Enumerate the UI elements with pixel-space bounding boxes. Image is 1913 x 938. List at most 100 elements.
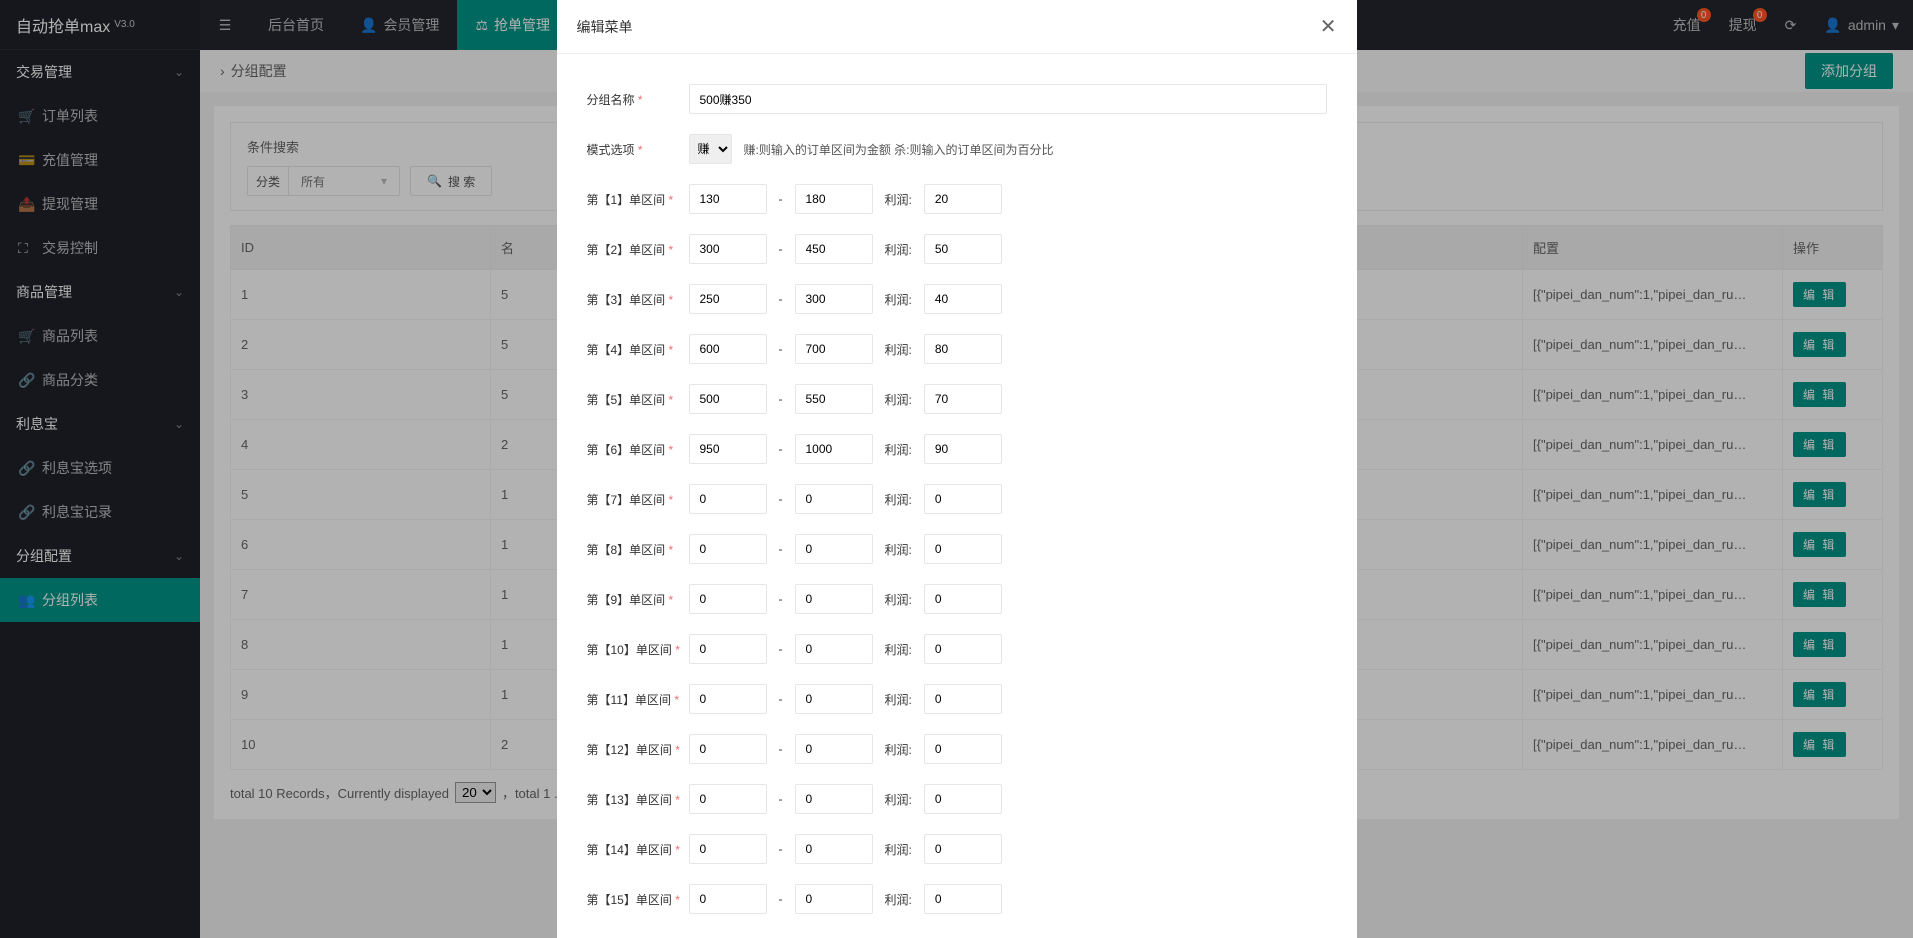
interval-max-input[interactable] [795, 884, 873, 914]
profit-label: 利润: [885, 541, 912, 558]
interval-max-input[interactable] [795, 584, 873, 614]
interval-min-input[interactable] [689, 834, 767, 864]
profit-label: 利润: [885, 391, 912, 408]
interval-label: 第【13】单区间 [587, 793, 672, 807]
profit-input[interactable] [924, 784, 1002, 814]
profit-label: 利润: [885, 641, 912, 658]
interval-max-input[interactable] [795, 484, 873, 514]
dash: - [779, 492, 783, 506]
profit-label: 利润: [885, 891, 912, 908]
interval-row: 第【1】单区间 *-利润: [587, 184, 1327, 214]
interval-max-input[interactable] [795, 434, 873, 464]
interval-min-input[interactable] [689, 284, 767, 314]
profit-label: 利润: [885, 291, 912, 308]
interval-label: 第【11】单区间 [587, 693, 671, 707]
interval-max-input[interactable] [795, 284, 873, 314]
interval-row: 第【5】单区间 * - 利润: [587, 384, 1327, 414]
interval-row: 第【10】单区间 *-利润: [587, 634, 1327, 664]
profit-input[interactable] [924, 484, 1002, 514]
profit-label: 利润: [885, 191, 912, 208]
profit-input[interactable] [924, 534, 1002, 564]
dash: - [779, 642, 783, 656]
modal-title: 编辑菜单 [577, 17, 633, 37]
interval-label: 第【12】单区间 [587, 743, 672, 757]
profit-input[interactable] [924, 584, 1002, 614]
interval-row: 第【15】单区间 *-利润: [587, 884, 1327, 914]
interval-max-input[interactable] [795, 734, 873, 764]
interval-row: 第【4】单区间 *-利润: [587, 334, 1327, 364]
interval-min-input[interactable] [689, 184, 767, 214]
edit-modal: 编辑菜单 ✕ 分组名称 * 模式选项 * 赚 赚:则输入的订单区间为金额 杀:则… [557, 0, 1357, 938]
required-mark: * [669, 593, 674, 607]
interval-min-input[interactable] [689, 484, 767, 514]
profit-label: 利润: [885, 491, 912, 508]
required-mark: * [669, 343, 674, 357]
profit-input[interactable] [924, 884, 1002, 914]
required-mark: * [669, 493, 674, 507]
dash: - [779, 792, 783, 806]
interval-label: 第【14】单区间 [587, 843, 672, 857]
profit-input[interactable] [924, 734, 1002, 764]
interval-max-input[interactable] [795, 834, 873, 864]
required-mark: * [638, 93, 643, 107]
interval-label: 第【8】单区间 [587, 543, 666, 557]
interval-label: 第【5】单区间 [587, 393, 666, 407]
profit-input[interactable] [924, 634, 1002, 664]
interval-max-input[interactable] [795, 234, 873, 264]
interval-max-input[interactable] [795, 334, 873, 364]
profit-input[interactable] [924, 684, 1002, 714]
close-icon[interactable]: ✕ [1320, 14, 1337, 39]
profit-input[interactable] [924, 384, 1002, 414]
required-mark: * [638, 143, 643, 157]
profit-label: 利润: [885, 741, 912, 758]
interval-min-input[interactable] [689, 534, 767, 564]
dash: - [779, 292, 783, 306]
interval-max-input[interactable] [795, 184, 873, 214]
profit-input[interactable] [924, 284, 1002, 314]
required-mark: * [669, 243, 674, 257]
modal-overlay[interactable]: 编辑菜单 ✕ 分组名称 * 模式选项 * 赚 赚:则输入的订单区间为金额 杀:则… [0, 0, 1913, 938]
required-mark: * [675, 743, 680, 757]
interval-max-input[interactable] [795, 784, 873, 814]
interval-max-input[interactable] [795, 684, 873, 714]
required-mark: * [669, 543, 674, 557]
interval-max-input[interactable] [795, 534, 873, 564]
interval-row: 第【13】单区间 *-利润: [587, 784, 1327, 814]
interval-max-input[interactable] [795, 384, 873, 414]
profit-input[interactable] [924, 834, 1002, 864]
required-mark: * [669, 393, 674, 407]
interval-min-input[interactable] [689, 884, 767, 914]
interval-label: 第【9】单区间 [587, 593, 666, 607]
interval-min-input[interactable] [689, 334, 767, 364]
profit-input[interactable] [924, 234, 1002, 264]
interval-row: 第【11】单区间 *-利润: [587, 684, 1327, 714]
required-mark: * [675, 843, 680, 857]
required-mark: * [675, 893, 680, 907]
dash: - [779, 242, 783, 256]
interval-min-input[interactable] [689, 384, 767, 414]
interval-min-input[interactable] [689, 784, 767, 814]
interval-label: 第【6】单区间 [587, 443, 666, 457]
interval-min-input[interactable] [689, 584, 767, 614]
dash: - [779, 392, 783, 406]
interval-label: 第【7】单区间 [587, 493, 666, 507]
dash: - [779, 192, 783, 206]
profit-label: 利润: [885, 241, 912, 258]
interval-min-input[interactable] [689, 734, 767, 764]
interval-min-input[interactable] [689, 234, 767, 264]
interval-max-input[interactable] [795, 634, 873, 664]
interval-min-input[interactable] [689, 434, 767, 464]
profit-input[interactable] [924, 184, 1002, 214]
interval-label: 第【10】单区间 [587, 643, 672, 657]
interval-row: 第【2】单区间 *-利润: [587, 234, 1327, 264]
profit-input[interactable] [924, 434, 1002, 464]
profit-input[interactable] [924, 334, 1002, 364]
profit-label: 利润: [885, 791, 912, 808]
dash: - [779, 692, 783, 706]
profit-label: 利润: [885, 691, 912, 708]
required-mark: * [669, 293, 674, 307]
group-name-input[interactable] [689, 84, 1327, 114]
interval-min-input[interactable] [689, 684, 767, 714]
interval-min-input[interactable] [689, 634, 767, 664]
mode-select[interactable]: 赚 [689, 134, 732, 164]
